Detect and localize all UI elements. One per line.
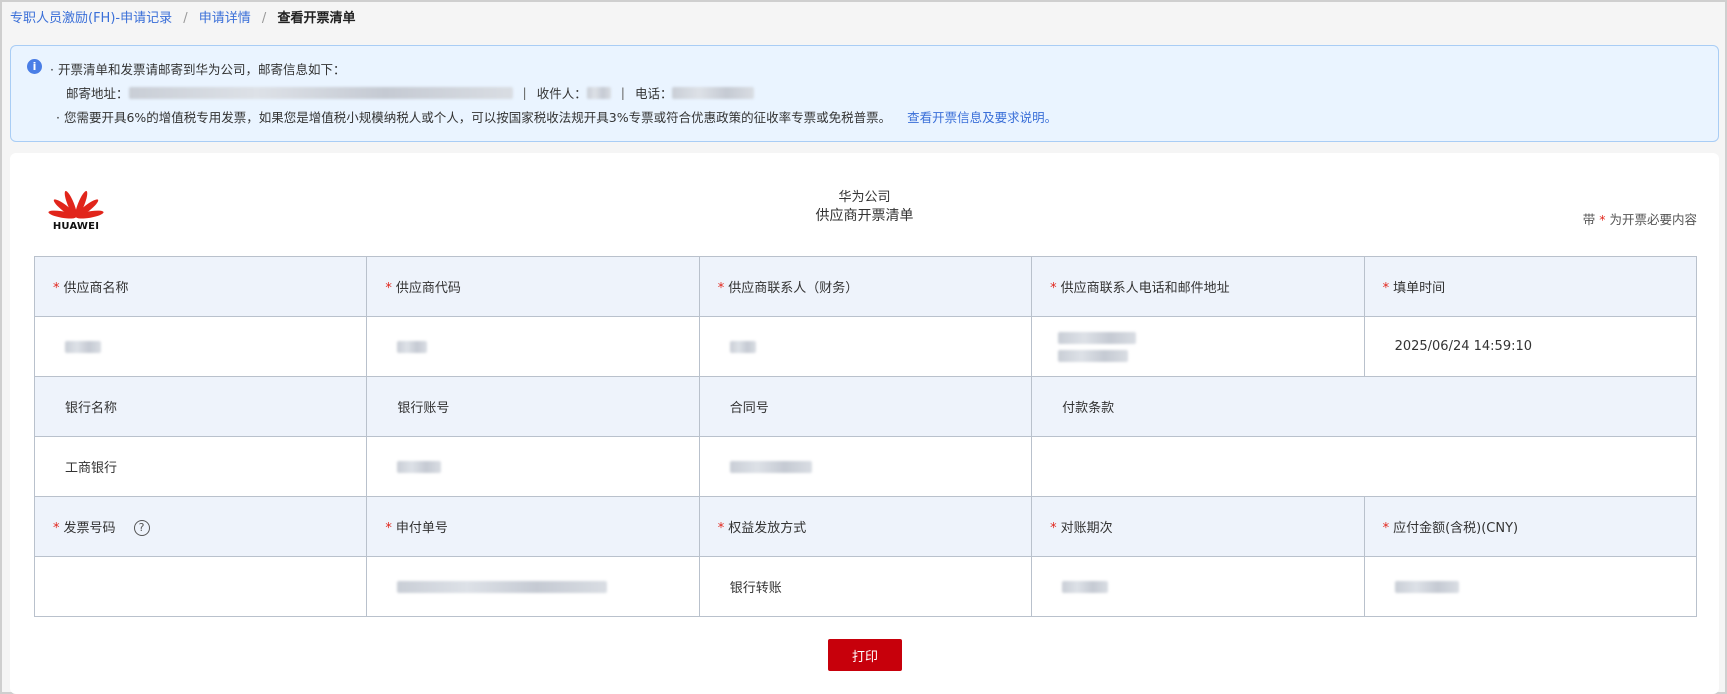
required-star: *: [385, 281, 392, 296]
invoice-requirement-text: · 您需要开具6%的增值税专用发票，如果您是增值税小规模纳税人或个人，可以按国家…: [56, 110, 892, 125]
redacted-value: [397, 460, 442, 473]
cell-contact-phone-email: [1031, 316, 1365, 377]
cell-supplier-name: [33, 316, 368, 377]
cell-payment-request-no: [366, 556, 700, 617]
cell-amount-payable: [1363, 556, 1698, 617]
notice-line-mailing: · 开票清单和发票请邮寄到华为公司，邮寄信息如下：: [50, 62, 346, 77]
invoice-list-card: HUAWEI 华为公司 供应商开票清单 带 * 为开票必要内容 * 供应商名称 *…: [10, 153, 1719, 694]
header-contract-no: 合同号: [698, 376, 1033, 437]
redacted-value: [1062, 580, 1109, 593]
header-label: 供应商联系人（财务）: [728, 281, 859, 296]
header-supplier-contact: * 供应商联系人（财务）: [698, 256, 1033, 317]
cell-payment-terms: [1031, 436, 1697, 497]
breadcrumb-separator: /: [261, 11, 267, 26]
header-amount-payable: * 应付金额(含税)(CNY): [1363, 496, 1698, 557]
required-star: *: [717, 281, 725, 296]
header-bank-name: 银行名称: [33, 376, 368, 437]
breadcrumb: 专职人员激励(FH)-申请记录 / 申请详情 / 查看开票清单: [10, 7, 355, 26]
cell-invoice-no: [33, 556, 368, 617]
required-star: *: [1599, 212, 1606, 227]
header-fill-time: * 填单时间: [1363, 256, 1698, 317]
redacted-value: [397, 580, 608, 593]
notice-line-address: 邮寄地址： | 收件人： | 电话：: [66, 83, 755, 102]
header-supplier-name: * 供应商名称: [33, 256, 368, 317]
required-star: *: [53, 281, 60, 296]
header-payment-terms: 付款条款: [1031, 376, 1697, 437]
table-row: 2025/06/24 14:59:10: [33, 316, 1698, 377]
info-icon: i: [27, 59, 42, 74]
breadcrumb-link-apply-records[interactable]: 专职人员激励(FH)-申请记录: [10, 11, 172, 26]
mailing-notice: i · 开票清单和发票请邮寄到华为公司，邮寄信息如下： 邮寄地址： | 收件人：…: [10, 45, 1719, 142]
header-label: 发票号码: [63, 520, 116, 536]
recipient-label: 收件人：: [536, 86, 587, 101]
table-row: 银行转账: [33, 556, 1698, 617]
cell-supplier-contact: [698, 316, 1033, 377]
divider: |: [620, 85, 625, 100]
help-icon[interactable]: ?: [133, 520, 150, 537]
header-label: 应付金额(含税)(CNY): [1393, 521, 1519, 536]
header-label: 申付单号: [395, 521, 448, 536]
header-label: 填单时间: [1393, 281, 1446, 296]
redacted-value: [65, 340, 101, 353]
header-supplier-code: * 供应商代码: [366, 256, 700, 317]
header-label: 供应商联系人电话和邮件地址: [1060, 281, 1230, 296]
cell-bank-name: 工商银行: [33, 436, 368, 497]
phone-label: 电话：: [634, 86, 673, 101]
header-reconciliation-period: * 对账期次: [1031, 496, 1365, 557]
cell-bank-account: [366, 436, 700, 497]
redacted-value: [729, 340, 756, 353]
required-note-prefix: 带: [1582, 212, 1596, 227]
address-label: 邮寄地址：: [66, 86, 129, 101]
cell-reconciliation-period: [1031, 556, 1365, 617]
required-star: *: [53, 520, 60, 536]
recipient-value-redacted: [586, 86, 611, 99]
required-star: *: [717, 521, 725, 536]
redacted-value: [1394, 580, 1459, 593]
cell-fill-time: 2025/06/24 14:59:10: [1363, 316, 1698, 377]
required-star: *: [1382, 521, 1390, 536]
required-star: *: [385, 521, 392, 536]
header-bank-account: 银行账号: [366, 376, 700, 437]
table-header-row: * 发票号码? * 申付单号 * 权益发放方式 * 对账期次 * 应付金额(含税)(CNY…: [33, 496, 1698, 557]
required-note-suffix: 为开票必要内容: [1609, 212, 1697, 227]
print-button[interactable]: 打印: [828, 639, 902, 671]
table-row: 工商银行: [33, 436, 1697, 497]
header-contact-phone-email: * 供应商联系人电话和邮件地址: [1031, 256, 1365, 317]
document-title: 供应商开票清单: [815, 208, 914, 224]
header-benefit-method: * 权益发放方式: [698, 496, 1033, 557]
notice-line-invoice: · 您需要开具6%的增值税专用发票，如果您是增值税小规模纳税人或个人，可以按国家…: [56, 107, 1057, 126]
header-label: 对账期次: [1060, 521, 1113, 536]
table-header-row: 银行名称 银行账号 合同号 付款条款: [33, 376, 1697, 437]
company-title: 华为公司: [838, 190, 891, 205]
required-star: *: [1382, 281, 1390, 296]
invoice-info-link[interactable]: 查看开票信息及要求说明。: [907, 110, 1057, 125]
table-header-row: * 供应商名称 * 供应商代码 * 供应商联系人（财务） * 供应商联系人电话和邮件地址…: [33, 256, 1698, 317]
cell-contract-no: [698, 436, 1033, 497]
header-label: 供应商名称: [63, 281, 129, 296]
breadcrumb-separator: /: [183, 11, 188, 26]
header-invoice-no: * 发票号码?: [33, 496, 368, 557]
cell-supplier-code: [366, 316, 700, 377]
redacted-value: [397, 340, 428, 353]
header-label: 权益发放方式: [728, 521, 807, 536]
required-star: *: [1050, 521, 1057, 536]
header-payment-request-no: * 申付单号: [366, 496, 700, 557]
redacted-value: [1058, 349, 1129, 362]
invoice-table: * 供应商名称 * 供应商代码 * 供应商联系人（财务） * 供应商联系人电话和邮件地址…: [33, 256, 1698, 617]
required-note: 带 * 为开票必要内容: [1583, 209, 1697, 228]
phone-value-redacted: [672, 86, 755, 99]
redacted-value: [1058, 331, 1137, 344]
breadcrumb-current: 查看开票清单: [277, 11, 356, 26]
address-value-redacted: [128, 86, 513, 99]
breadcrumb-link-apply-detail[interactable]: 申请详情: [199, 11, 251, 26]
required-star: *: [1050, 281, 1057, 296]
divider: |: [522, 85, 527, 100]
redacted-value: [729, 460, 812, 473]
header-label: 供应商代码: [395, 281, 461, 296]
cell-benefit-method: 银行转账: [698, 556, 1033, 617]
